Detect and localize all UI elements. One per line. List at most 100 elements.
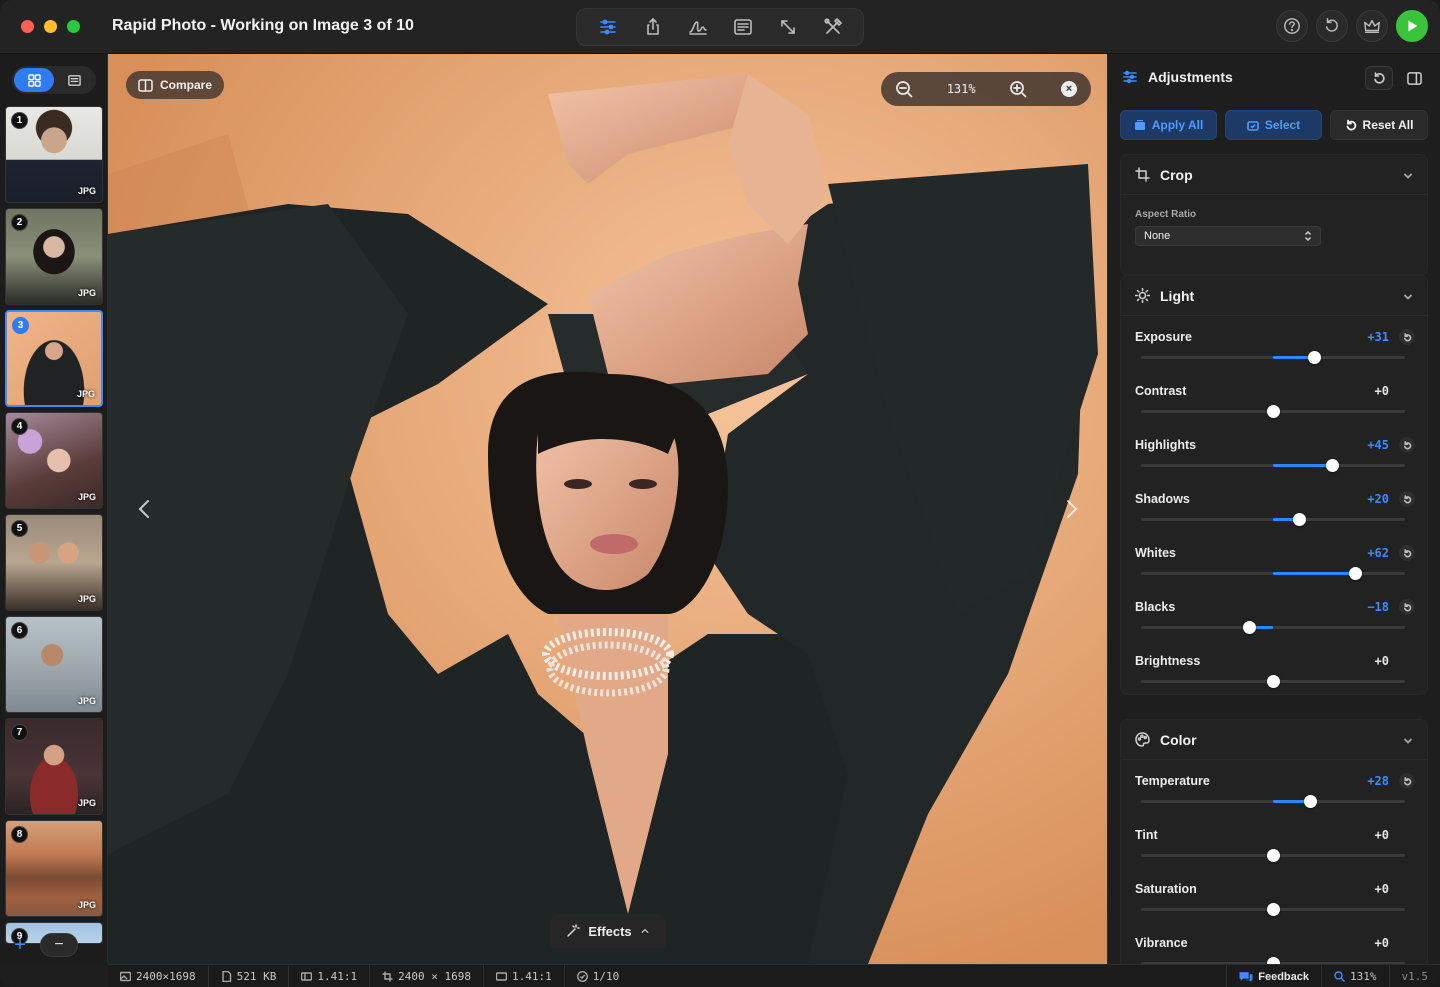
tools-button[interactable] xyxy=(816,12,850,42)
slider-value[interactable]: +31 xyxy=(1367,330,1389,344)
slider-track[interactable] xyxy=(1141,675,1405,688)
slider-knob[interactable] xyxy=(1348,567,1362,580)
crop-section: Crop Aspect Ratio None xyxy=(1120,154,1428,276)
status-zoom[interactable]: 131% xyxy=(1322,965,1390,987)
zoom-level[interactable]: 131% xyxy=(947,82,976,96)
zoom-out-icon[interactable] xyxy=(895,80,913,98)
premium-button[interactable] xyxy=(1356,10,1388,42)
add-image-button[interactable]: + xyxy=(10,934,30,957)
reset-icon xyxy=(1403,548,1411,557)
compare-button[interactable]: Compare xyxy=(126,71,225,99)
thumbnail-7[interactable]: 7 JPG xyxy=(5,718,103,815)
remove-image-button[interactable]: − xyxy=(40,933,78,957)
compare-label: Compare xyxy=(160,78,213,92)
help-button[interactable] xyxy=(1276,10,1308,42)
slider-track[interactable] xyxy=(1141,849,1405,862)
zoom-in-icon[interactable] xyxy=(1009,80,1027,98)
reset-all-button[interactable]: Reset All xyxy=(1330,110,1428,140)
slider-value[interactable]: +20 xyxy=(1367,492,1389,506)
slider-reset-button[interactable] xyxy=(1399,329,1415,345)
slider-knob[interactable] xyxy=(1307,351,1321,364)
thumbnail-6[interactable]: 6 JPG xyxy=(5,616,103,713)
slider-track[interactable] xyxy=(1141,351,1405,364)
crown-icon xyxy=(1364,19,1380,34)
zoom-status-value: 131% xyxy=(1350,970,1377,983)
light-title: Light xyxy=(1160,287,1195,304)
signature-button[interactable] xyxy=(681,12,715,42)
image-canvas[interactable]: Compare 131% × Effects xyxy=(108,54,1107,964)
grid-view-button[interactable] xyxy=(14,68,54,92)
slider-knob[interactable] xyxy=(1293,513,1307,526)
effects-button[interactable]: Effects xyxy=(550,914,666,948)
sliders-icon xyxy=(1123,70,1137,84)
adjustments-tool-button[interactable] xyxy=(591,12,625,42)
slider-value[interactable]: +28 xyxy=(1367,774,1389,788)
dimensions-value: 2400×1698 xyxy=(136,969,196,983)
toggle-panel-button[interactable] xyxy=(1400,66,1428,90)
export-play-button[interactable] xyxy=(1396,10,1428,42)
slider-label: Exposure xyxy=(1135,330,1192,344)
next-image-button[interactable] xyxy=(1062,494,1082,524)
apply-all-button[interactable]: Apply All xyxy=(1120,110,1217,140)
slider-knob[interactable] xyxy=(1267,903,1280,916)
slider-track[interactable] xyxy=(1141,459,1405,472)
panel-reset-button[interactable] xyxy=(1365,66,1393,90)
updown-chevron-icon xyxy=(1304,231,1312,241)
thumbnail-5[interactable]: 5 JPG xyxy=(5,514,103,611)
slider-fill xyxy=(1273,572,1355,575)
color-section-header[interactable]: Color xyxy=(1121,720,1427,760)
photo-preview xyxy=(108,54,1107,964)
crop-section-header[interactable]: Crop xyxy=(1121,155,1427,195)
slider-label: Temperature xyxy=(1135,774,1210,788)
slider-value[interactable]: +0 xyxy=(1375,384,1389,398)
slider-reset-button[interactable] xyxy=(1399,599,1415,615)
slider-knob[interactable] xyxy=(1303,795,1317,808)
zoom-window-button[interactable] xyxy=(67,20,80,33)
file-type-badge: JPG xyxy=(77,798,96,808)
thumbnail-2[interactable]: 2 JPG xyxy=(5,208,103,305)
slider-knob[interactable] xyxy=(1267,849,1280,862)
slider-track[interactable] xyxy=(1141,621,1405,634)
undo-button[interactable] xyxy=(1316,10,1348,42)
thumbnail-1[interactable]: 1 JPG xyxy=(5,106,103,203)
slider-value[interactable]: +45 xyxy=(1367,438,1389,452)
list-view-button[interactable] xyxy=(54,68,94,92)
slider-reset-button[interactable] xyxy=(1399,545,1415,561)
slider-knob[interactable] xyxy=(1267,675,1280,688)
close-window-button[interactable] xyxy=(21,20,34,33)
slider-value[interactable]: −18 xyxy=(1367,600,1389,614)
previous-image-button[interactable] xyxy=(134,494,154,524)
share-button[interactable] xyxy=(636,12,670,42)
text-button[interactable] xyxy=(726,12,760,42)
close-zoom-icon[interactable]: × xyxy=(1060,81,1077,97)
aspect-ratio-select[interactable]: None xyxy=(1135,226,1321,246)
slider-value[interactable]: +0 xyxy=(1375,882,1389,896)
thumbnail-3[interactable]: 3 JPG xyxy=(5,310,103,407)
slider-track[interactable] xyxy=(1141,513,1405,526)
thumbnail-number: 4 xyxy=(11,418,28,435)
resize-button[interactable] xyxy=(771,12,805,42)
light-section-header[interactable]: Light xyxy=(1121,276,1427,316)
slider-knob[interactable] xyxy=(1267,405,1280,418)
slider-value[interactable]: +0 xyxy=(1375,936,1389,950)
slider-knob[interactable] xyxy=(1267,957,1280,964)
thumbnail-8[interactable]: 8 JPG xyxy=(5,820,103,917)
slider-track[interactable] xyxy=(1141,567,1405,580)
slider-value[interactable]: +62 xyxy=(1367,546,1389,560)
slider-value[interactable]: +0 xyxy=(1375,828,1389,842)
sidebar-toggle-icon xyxy=(1406,71,1422,85)
slider-value[interactable]: +0 xyxy=(1375,654,1389,668)
feedback-button[interactable]: Feedback xyxy=(1226,965,1322,987)
slider-reset-button[interactable] xyxy=(1399,773,1415,789)
slider-knob[interactable] xyxy=(1243,621,1257,634)
slider-reset-button[interactable] xyxy=(1399,491,1415,507)
slider-knob[interactable] xyxy=(1326,459,1340,472)
slider-track[interactable] xyxy=(1141,405,1405,418)
slider-track[interactable] xyxy=(1141,903,1405,916)
thumbnail-4[interactable]: 4 JPG xyxy=(5,412,103,509)
minimize-window-button[interactable] xyxy=(44,20,57,33)
select-button[interactable]: Select xyxy=(1225,110,1322,140)
slider-reset-button[interactable] xyxy=(1399,437,1415,453)
slider-shadows: Shadows +20 xyxy=(1121,478,1427,532)
slider-track[interactable] xyxy=(1141,795,1405,808)
